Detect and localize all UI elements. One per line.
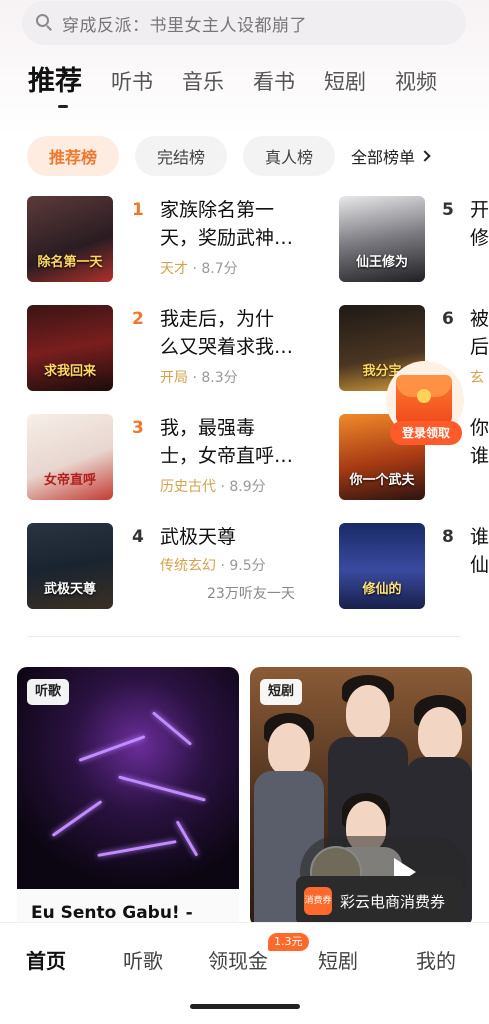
book-title-line2: 后 — [470, 336, 489, 358]
tab-listen-book[interactable]: 听书 — [111, 62, 153, 102]
tab-short-drama[interactable]: 短剧 — [324, 62, 366, 102]
rank-number: 8 — [442, 527, 454, 547]
book-title-line2: 仙 — [470, 554, 489, 576]
nav-earn-cash[interactable]: 领现金 — [208, 945, 268, 974]
rank-item-8[interactable]: 修仙的 8 谁 仙 — [330, 523, 489, 613]
book-title-line1: 家族除名第一 — [160, 199, 275, 221]
book-title-line1: 被 — [470, 308, 489, 330]
rank-item-1[interactable]: 除名第一天 1 家族除名第一 天，奖励武神… 天才 · 8.7分 — [0, 196, 330, 286]
coupon-banner[interactable]: 消费券 彩云电商消费券 — [296, 876, 462, 926]
book-cover: 求我回来 — [27, 305, 113, 391]
category-tabs: 推荐 听书 音乐 看书 短剧 视频 — [28, 58, 466, 108]
music-card[interactable]: 听歌 Eu Sento Gabu! - — [17, 667, 239, 927]
rank-item-3[interactable]: 女帝直呼 3 我，最强毒 士，女帝直呼… 历史古代 · 8.9分 — [0, 414, 330, 504]
rank-number: 5 — [442, 200, 454, 220]
rank-number: 4 — [132, 527, 144, 547]
coupon-icon: 消费券 — [304, 887, 332, 915]
book-cover: 仙王修为 — [339, 196, 425, 282]
book-meta: 开局 · 8.3分 — [160, 370, 238, 386]
search-icon — [36, 14, 54, 32]
rank-number: 1 — [132, 200, 144, 220]
coupon-text: 彩云电商消费券 — [340, 892, 446, 911]
tab-read-book[interactable]: 看书 — [253, 62, 295, 102]
tab-music[interactable]: 音乐 — [182, 62, 224, 102]
chip-recommend-rank[interactable]: 推荐榜 — [27, 136, 120, 176]
section-divider — [27, 636, 461, 637]
active-tab-indicator — [58, 105, 68, 108]
tab-recommend[interactable]: 推荐 — [28, 62, 82, 108]
search-placeholder: 穿成反派：书里女主人设都崩了 — [62, 15, 307, 36]
book-cover: 修仙的 — [339, 523, 425, 609]
rank-number: 6 — [442, 309, 454, 329]
login-reward-widget[interactable]: 登录领取 — [386, 361, 466, 447]
book-cover: 除名第一天 — [27, 196, 113, 282]
all-rankings-link[interactable]: 全部榜单 — [351, 144, 431, 168]
search-bar[interactable]: 穿成反派：书里女主人设都崩了 — [22, 1, 466, 45]
book-meta: 天才 · 8.7分 — [160, 261, 238, 277]
nav-profile[interactable]: 我的 — [416, 945, 456, 974]
card-badge-music: 听歌 — [27, 679, 70, 705]
chip-finished-rank[interactable]: 完结榜 — [135, 136, 228, 176]
gift-box-icon — [396, 375, 452, 425]
nav-short-drama[interactable]: 短剧 — [318, 945, 358, 974]
book-meta: 玄 — [470, 370, 484, 386]
book-title-line2: 么又哭着求我… — [160, 336, 294, 358]
chevron-right-icon — [419, 150, 431, 162]
rank-item-5[interactable]: 仙王修为 5 开 修 — [330, 196, 489, 286]
book-meta: 传统玄幻 · 9.5分 — [160, 558, 266, 574]
nav-home[interactable]: 首页 — [26, 945, 66, 974]
book-title-line1: 你 — [470, 417, 489, 439]
book-title-line2: 天，奖励武神… — [160, 227, 294, 249]
book-title-line1: 武极天尊 — [160, 526, 237, 548]
book-title-line1: 我走后，为什 — [160, 308, 275, 330]
book-title-line2: 修 — [470, 227, 489, 249]
book-meta: 历史古代 · 8.9分 — [160, 479, 266, 495]
listener-count: 23万听友一天 — [207, 586, 295, 602]
tab-video[interactable]: 视频 — [395, 62, 437, 102]
book-cover: 女帝直呼 — [27, 414, 113, 500]
earn-cash-badge: 1.3元 — [268, 933, 309, 951]
book-title-line1: 开 — [470, 199, 489, 221]
home-indicator[interactable] — [190, 1004, 300, 1009]
ranking-chips: 推荐榜 完结榜 真人榜 全部榜单 — [27, 136, 431, 176]
book-title-line1: 谁 — [470, 526, 489, 548]
login-reward-label: 登录领取 — [390, 421, 462, 445]
card-badge-drama: 短剧 — [260, 679, 303, 705]
book-title-line2: 士，女帝直呼… — [160, 445, 294, 467]
rank-number: 3 — [132, 418, 144, 438]
book-title-line2: 谁 — [470, 445, 489, 467]
book-cover: 武极天尊 — [27, 523, 113, 609]
book-title-line1: 我，最强毒 — [160, 417, 256, 439]
rank-item-4[interactable]: 武极天尊 4 武极天尊 传统玄幻 · 9.5分 23万听友一天 — [0, 523, 330, 613]
chip-real-person-rank[interactable]: 真人榜 — [243, 136, 336, 176]
nav-listen-music[interactable]: 听歌 — [123, 945, 163, 974]
rank-item-2[interactable]: 求我回来 2 我走后，为什 么又哭着求我… 开局 · 8.3分 — [0, 305, 330, 395]
rank-number: 2 — [132, 309, 144, 329]
